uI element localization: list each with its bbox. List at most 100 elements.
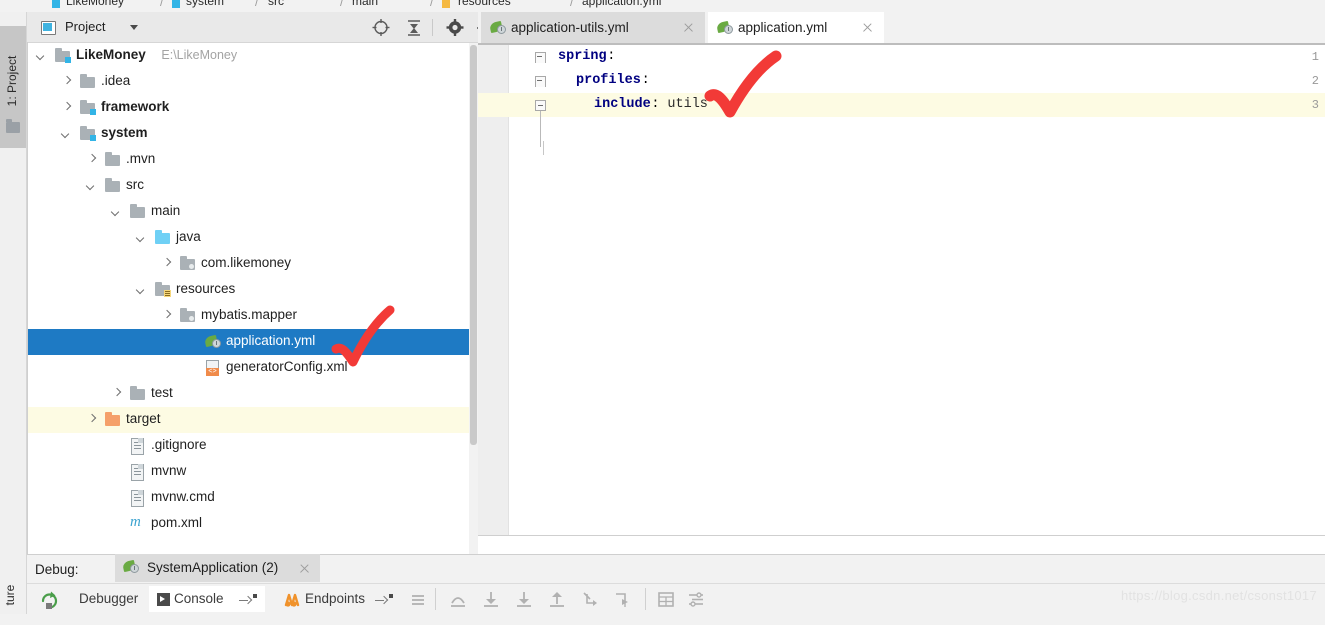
force-step-into-icon[interactable] [515, 591, 533, 608]
chevron-down-icon[interactable] [130, 25, 138, 30]
breadcrumb-item-5[interactable]: application.yml [582, 0, 661, 8]
tree-row-label: mvnw.cmd [151, 489, 215, 504]
tree-row[interactable]: system [27, 121, 469, 147]
pin-icon-endpoints[interactable] [375, 596, 389, 605]
tree-row[interactable]: LikeMoney E:\LikeMoney [27, 43, 469, 69]
chevron-down-icon[interactable] [87, 181, 97, 191]
tab-endpoints[interactable]: Endpoints [279, 586, 401, 612]
step-out-icon[interactable] [548, 591, 566, 608]
menu-icon[interactable] [409, 591, 427, 608]
fold-open-icon[interactable] [535, 76, 546, 87]
chevron-right-icon[interactable] [87, 415, 97, 425]
code-key: include [594, 97, 651, 112]
tree-row[interactable]: mybatis.mapper [27, 303, 469, 329]
tree-row[interactable]: src [27, 173, 469, 199]
code-key: profiles [576, 73, 641, 88]
tree-row[interactable]: .mvn [27, 147, 469, 173]
tab-debugger[interactable]: Debugger [71, 586, 147, 612]
run-to-cursor-icon[interactable] [613, 591, 631, 608]
tree-row[interactable]: .gitignore [27, 433, 469, 459]
step-over-icon[interactable] [449, 591, 467, 608]
settings-layout-icon[interactable] [687, 591, 705, 608]
tree-row[interactable]: framework [27, 95, 469, 121]
close-icon[interactable] [299, 563, 310, 574]
tree-row-label: .mvn [126, 151, 156, 166]
chevron-down-icon[interactable] [37, 51, 47, 61]
code-colon: : [607, 49, 616, 64]
chevron-down-icon[interactable] [112, 207, 122, 217]
tree-row-label: .idea [101, 73, 131, 88]
debug-session-label: SystemApplication (2) [147, 560, 279, 575]
folder-icon [130, 204, 146, 219]
panel-left-border [27, 42, 28, 554]
spring-yaml-icon [489, 20, 507, 36]
tab-debugger-label: Debugger [79, 591, 139, 606]
code-area[interactable]: 1 spring: 2 profiles: 3 include: utils [478, 45, 1325, 535]
debug-toolbar: Debugger Console Endpoints https://blog.… [27, 583, 1325, 615]
breadcrumb-item-3[interactable]: main [352, 0, 378, 8]
tree-row[interactable]: com.likemoney [27, 251, 469, 277]
breadcrumb-item-1[interactable]: system [186, 0, 224, 8]
tree-row[interactable]: test [27, 381, 469, 407]
tree-row[interactable]: application.yml [27, 329, 469, 355]
project-scrollbar-thumb[interactable] [470, 45, 477, 445]
editor-tabbar[interactable]: application-utils.yml application.yml [478, 12, 1325, 47]
drop-frame-icon[interactable] [582, 591, 600, 608]
tree-row[interactable]: main [27, 199, 469, 225]
tree-row[interactable]: mvnw [27, 459, 469, 485]
indent-guide [543, 141, 544, 155]
close-icon[interactable] [862, 22, 873, 33]
project-panel-header: Project [27, 12, 489, 43]
editor-tab[interactable]: application.yml [708, 12, 884, 47]
chevron-right-icon[interactable] [87, 155, 97, 165]
tree-row[interactable]: <> generatorConfig.xml [27, 355, 469, 381]
debug-session-tab[interactable]: SystemApplication (2) [115, 554, 320, 582]
chevron-down-icon[interactable] [137, 285, 147, 295]
rerun-icon[interactable] [39, 590, 59, 610]
collapse-all-icon[interactable] [404, 18, 424, 37]
tree-row[interactable]: .idea [27, 69, 469, 95]
chevron-right-icon[interactable] [112, 389, 122, 399]
folder-icon [80, 74, 96, 89]
sidebar-tab-structure[interactable]: ture [0, 570, 26, 614]
line-number: 2 [1311, 74, 1319, 88]
pin-icon[interactable] [239, 596, 253, 605]
toolbar-divider-1 [435, 588, 436, 610]
folder-icon [130, 386, 146, 401]
step-into-icon[interactable] [482, 591, 500, 608]
breadcrumb-item-4[interactable]: resources [458, 0, 511, 8]
editor-bottom-border [478, 535, 1325, 536]
editor-tab[interactable]: application-utils.yml [481, 12, 705, 45]
tree-row[interactable]: m pom.xml [27, 511, 469, 537]
project-tree[interactable]: LikeMoney E:\LikeMoney .idea framework syste… [27, 43, 469, 554]
breadcrumb[interactable]: LikeMoney / system / src / main / resour… [0, 0, 1325, 9]
chevron-right-icon[interactable] [62, 77, 72, 87]
breadcrumb-item-2[interactable]: src [268, 0, 284, 8]
fold-open-icon[interactable] [535, 52, 546, 63]
chevron-down-icon[interactable] [137, 233, 147, 243]
gear-icon[interactable] [445, 18, 465, 37]
locate-icon[interactable] [371, 18, 391, 37]
close-icon[interactable] [683, 22, 694, 33]
tree-row[interactable]: resources [27, 277, 469, 303]
tab-endpoints-label: Endpoints [305, 591, 366, 606]
tree-row[interactable]: java [27, 225, 469, 251]
sidebar-tab-project[interactable]: 1: Project [0, 26, 26, 148]
tab-console-label: Console [174, 591, 224, 606]
tab-console[interactable]: Console [149, 586, 265, 612]
fold-closed-icon[interactable] [535, 100, 546, 111]
tree-row-label: application.yml [226, 333, 316, 348]
tree-row-label: target [126, 411, 161, 426]
left-tool-strip: 1: Project ture [0, 12, 27, 614]
evaluate-icon[interactable] [657, 591, 675, 608]
chevron-right-icon[interactable] [162, 311, 172, 321]
tree-row[interactable]: target [27, 407, 469, 433]
chevron-right-icon[interactable] [162, 259, 172, 269]
code-colon: : [651, 97, 660, 112]
chevron-down-icon[interactable] [62, 129, 72, 139]
breadcrumb-item-0[interactable]: LikeMoney [66, 0, 124, 8]
tree-row[interactable]: mvnw.cmd [27, 485, 469, 511]
file-icon [130, 438, 144, 455]
chevron-right-icon[interactable] [62, 103, 72, 113]
tree-row-label: mvnw [151, 463, 187, 478]
